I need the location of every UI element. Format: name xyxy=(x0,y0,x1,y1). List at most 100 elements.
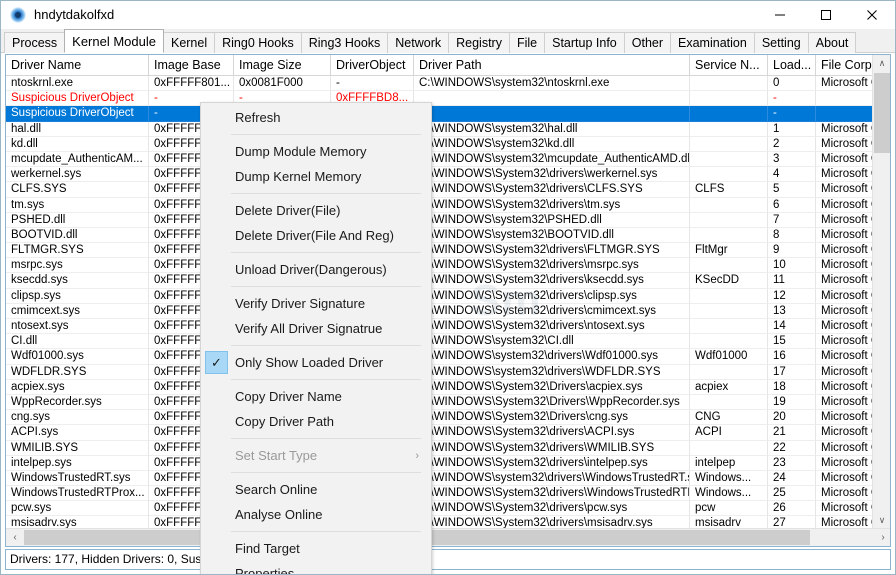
table-cell-load-: 15 xyxy=(768,334,816,350)
table-row[interactable]: werkernel.sys 0xFFFFF80(C:\WINDOWS\System… xyxy=(6,167,872,183)
table-cell-driver-path: C:\WINDOWS\system32\kd.dll xyxy=(414,136,690,152)
table-row[interactable]: msrpc.sys 0xFFFFF80(C:\WINDOWS\System32\d… xyxy=(6,258,872,274)
menu-item-properties[interactable]: Properties xyxy=(201,561,431,574)
table-row[interactable]: WindowsTrustedRTProx... 0xFFFFF80(C:\WIND… xyxy=(6,486,872,502)
table-row[interactable]: WppRecorder.sys 0xFFFFF80(C:\WINDOWS\Syst… xyxy=(6,394,872,411)
maximize-icon[interactable] xyxy=(803,1,849,29)
table-cell-file-corporat xyxy=(816,91,872,107)
tab-startup-info[interactable]: Startup Info xyxy=(544,32,625,53)
vertical-scrollbar[interactable]: ∧ ∨ xyxy=(872,55,890,529)
table-row[interactable]: WMILIB.SYS 0xFFFFF80(C:\WINDOWS\System32\… xyxy=(6,440,872,456)
context-menu: Refresh Dump Module Memory Dump Kernel Mem… xyxy=(200,102,432,574)
table-row[interactable]: CI.dll 0xFFFFF80(C:\WINDOWS\system32\CI.d… xyxy=(6,334,872,350)
tab-setting[interactable]: Setting xyxy=(753,32,809,53)
table-row[interactable]: Suspicious DriverObject--0xFFFFBD8...- xyxy=(6,106,872,122)
tab-kernel[interactable]: Kernel xyxy=(162,32,216,53)
table-row[interactable]: acpiex.sys 0xFFFFF80(C:\WINDOWS\System32\… xyxy=(6,379,872,395)
table-cell-driver-path: C:\WINDOWS\system32\CI.dll xyxy=(414,334,690,350)
column-header[interactable]: Image Base xyxy=(149,55,234,76)
column-header[interactable]: Driver Name xyxy=(6,55,149,76)
menu-separator xyxy=(231,286,421,287)
menu-item-verify-driver-signature[interactable]: Verify Driver Signature xyxy=(201,291,431,316)
menu-item-dump-module-memory[interactable]: Dump Module Memory xyxy=(201,139,431,164)
horizontal-scroll-track[interactable] xyxy=(24,529,874,546)
menu-item-find-target[interactable]: Find Target xyxy=(201,536,431,561)
table-row[interactable]: WDFLDR.SYS 0xFFFFF80(C:\WINDOWS\system32\… xyxy=(6,364,872,380)
table-cell-driver-name: clipsp.sys xyxy=(6,288,149,304)
column-header[interactable]: Load... xyxy=(768,55,816,76)
chevron-right-icon: › xyxy=(415,449,419,462)
tab-kernel-module[interactable]: Kernel Module xyxy=(64,29,164,53)
table-row[interactable]: CLFS.SYS 0xFFFFF80(C:\WINDOWS\System32\dr… xyxy=(6,182,872,198)
vertical-scroll-thumb[interactable] xyxy=(874,73,890,153)
table-row[interactable]: cmimcext.sys 0xFFFFF80(C:\WINDOWS\System3… xyxy=(6,303,872,319)
tab-ring0-hooks[interactable]: Ring0 Hooks xyxy=(214,32,302,53)
tab-process[interactable]: Process xyxy=(4,32,66,53)
table-cell-service-n- xyxy=(690,334,768,350)
table-row[interactable]: hal.dll 0xFFFFF80(C:\WINDOWS\system32\hal… xyxy=(6,121,872,137)
table-row[interactable]: cng.sys 0xFFFFF80(C:\WINDOWS\System32\Dri… xyxy=(6,410,872,426)
table-cell-load-: 2 xyxy=(768,136,816,152)
table-cell-load-: 6 xyxy=(768,197,816,213)
tab-network[interactable]: Network xyxy=(387,32,450,53)
minimize-icon[interactable] xyxy=(757,1,803,29)
scroll-left-icon[interactable]: ‹ xyxy=(6,529,24,546)
table-row[interactable]: ntosext.sys 0xFFFFF80(C:\WINDOWS\System32… xyxy=(6,319,872,335)
column-header[interactable]: Image Size xyxy=(234,55,331,76)
tab-ring3-hooks[interactable]: Ring3 Hooks xyxy=(300,32,389,53)
scroll-right-icon[interactable]: › xyxy=(874,529,890,546)
table-cell-driver-path: C:\WINDOWS\System32\drivers\ACPI.sys xyxy=(414,425,690,441)
table-row[interactable]: kd.dll 0xFFFFF80(C:\WINDOWS\system32\kd.d… xyxy=(6,136,872,152)
table-cell-service-n- xyxy=(690,303,768,319)
table-row[interactable]: WindowsTrustedRT.sys 0xFFFFF80(C:\WINDOWS… xyxy=(6,470,872,487)
table-cell-driver-path: C:\WINDOWS\System32\drivers\CLFS.SYS xyxy=(414,182,690,198)
table-row[interactable]: ntoskrnl.exe 0xFFFFF801... 0x0081F000- C:\W… xyxy=(6,76,872,92)
column-header[interactable]: Driver Path xyxy=(414,55,690,76)
check-icon: ✓ xyxy=(205,351,228,374)
close-icon[interactable] xyxy=(849,1,895,29)
menu-item-search-online[interactable]: Search Online xyxy=(201,477,431,502)
tab-examination[interactable]: Examination xyxy=(670,32,755,53)
menu-item-unload-driver-dangerous[interactable]: Unload Driver(Dangerous) xyxy=(201,257,431,282)
menu-item-only-show-loaded-driver[interactable]: ✓ Only Show Loaded Driver xyxy=(201,350,431,375)
table-row[interactable]: mcupdate_AuthenticAM... 0xFFFFF80(C:\WIND… xyxy=(6,151,872,168)
table-cell-driver-name: ACPI.sys xyxy=(6,425,149,441)
table-cell-file-corporat: Microsoft Cor xyxy=(816,122,872,137)
menu-item-copy-driver-name[interactable]: Copy Driver Name xyxy=(201,384,431,409)
table-row[interactable]: pcw.sys 0xFFFFF80(C:\WINDOWS\System32\dri… xyxy=(6,501,872,517)
table-cell-file-corporat: Microsoft Cor xyxy=(816,334,872,350)
table-row[interactable]: FLTMGR.SYS 0xFFFFF80(C:\WINDOWS\System32\… xyxy=(6,243,872,259)
menu-item-delete-driver-file-and-reg[interactable]: Delete Driver(File And Reg) xyxy=(201,223,431,248)
tab-label: Startup Info xyxy=(552,36,617,50)
table-cell-driver-name: Wdf01000.sys xyxy=(6,349,149,365)
table-row[interactable]: Wdf01000.sys 0xFFFFF80(C:\WINDOWS\system3… xyxy=(6,349,872,365)
tab-other[interactable]: Other xyxy=(623,32,672,53)
table-cell-file-corporat: Microsoft Cor xyxy=(816,289,872,304)
menu-item-delete-driver-file[interactable]: Delete Driver(File) xyxy=(201,198,431,223)
table-cell-driver-name: Suspicious DriverObject xyxy=(6,91,149,107)
table-row[interactable]: intelpep.sys 0xFFFFF80(C:\WINDOWS\System3… xyxy=(6,455,872,471)
table-cell-driver-name: PSHED.dll xyxy=(6,212,149,228)
menu-item-dump-kernel-memory[interactable]: Dump Kernel Memory xyxy=(201,164,431,189)
table-row[interactable]: clipsp.sys 0xFFFFF80(C:\WINDOWS\System32\… xyxy=(6,288,872,304)
table-row[interactable]: PSHED.dll 0xFFFFF80(C:\WINDOWS\system32\P… xyxy=(6,212,872,228)
menu-item-verify-all-driver-signatrue[interactable]: Verify All Driver Signatrue xyxy=(201,316,431,341)
tab-file[interactable]: File xyxy=(508,32,546,53)
menu-item-refresh[interactable]: Refresh xyxy=(201,105,431,130)
table-cell-driver-name: WindowsTrustedRT.sys xyxy=(6,470,149,487)
table-row[interactable]: BOOTVID.dll 0xFFFFF80(C:\WINDOWS\system32… xyxy=(6,227,872,244)
table-row[interactable]: ACPI.sys 0xFFFFF80(C:\WINDOWS\System32\dr… xyxy=(6,425,872,441)
scroll-down-icon[interactable]: ∨ xyxy=(873,512,890,529)
column-header[interactable]: Service N... xyxy=(690,55,768,76)
scroll-up-icon[interactable]: ∧ xyxy=(873,55,890,72)
horizontal-scrollbar[interactable]: ‹ › xyxy=(6,528,890,546)
menu-item-copy-driver-path[interactable]: Copy Driver Path xyxy=(201,409,431,434)
table-row[interactable]: tm.sys 0xFFFFF80(C:\WINDOWS\System32\driv… xyxy=(6,197,872,213)
tab-registry[interactable]: Registry xyxy=(448,32,510,53)
table-cell-driver-name: ntoskrnl.exe xyxy=(6,76,149,92)
column-header[interactable]: DriverObject xyxy=(331,55,414,76)
table-row[interactable]: Suspicious DriverObject--0xFFFFBD8...- xyxy=(6,91,872,107)
table-row[interactable]: ksecdd.sys 0xFFFFF80(C:\WINDOWS\System32\… xyxy=(6,273,872,289)
tab-about[interactable]: About xyxy=(807,32,857,53)
menu-item-analyse-online[interactable]: Analyse Online xyxy=(201,502,431,527)
